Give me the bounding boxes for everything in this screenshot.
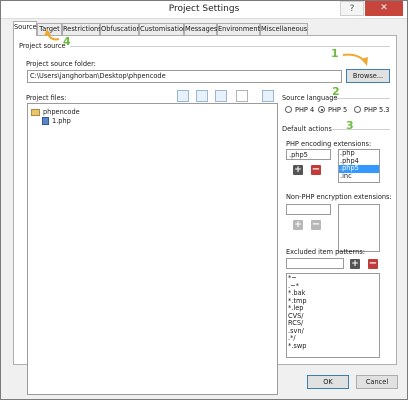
cancel-button[interactable]: Cancel xyxy=(356,375,398,389)
project-settings-window: Project Settings ? ✕ Source Target Restr… xyxy=(0,0,408,400)
tab-source[interactable]: Source xyxy=(13,21,37,36)
ok-button[interactable]: OK xyxy=(307,375,349,389)
arrow-to-target-tab-head xyxy=(44,29,51,36)
tutorial-arrows xyxy=(44,29,368,66)
